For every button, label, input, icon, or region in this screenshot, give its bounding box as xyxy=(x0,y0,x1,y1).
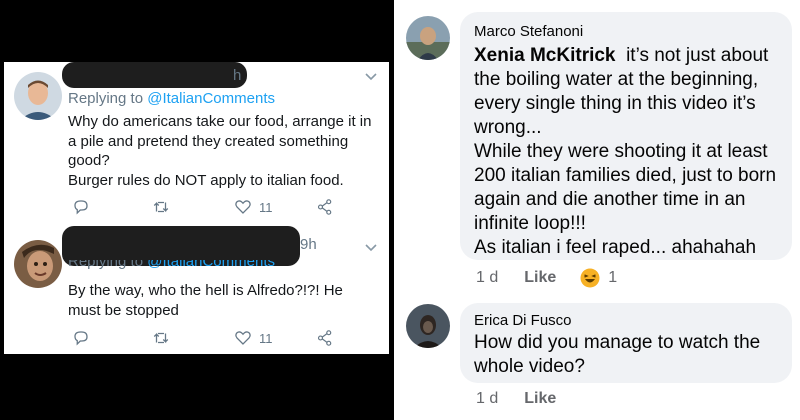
tweet-timestamp[interactable]: 9h xyxy=(300,236,317,253)
tweet-line: must be stopped xyxy=(68,301,179,319)
like-button[interactable]: 11 xyxy=(234,198,273,216)
retweet-icon xyxy=(153,332,169,344)
reaction-count: 1 xyxy=(608,269,618,286)
comment-line-text: it’s not just about xyxy=(626,45,769,66)
reply-icon xyxy=(74,331,88,346)
tagged-user-link[interactable]: Xenia McKitrick xyxy=(474,45,616,66)
heart-icon xyxy=(235,331,251,345)
tweet-actions: 11 xyxy=(68,198,368,218)
comment-line: whole video? xyxy=(474,356,585,377)
heart-icon xyxy=(235,200,251,214)
comment-line: the boiling water at the beginning, xyxy=(474,69,759,90)
retweet-button[interactable] xyxy=(152,198,170,216)
tweet-actions: 11 xyxy=(68,329,368,349)
share-button[interactable] xyxy=(316,198,334,216)
comment-line: How did you manage to watch the xyxy=(474,332,761,353)
tweet[interactable]: h Replying to @ItalianComments Why do am… xyxy=(4,62,389,227)
like-count: 11 xyxy=(259,330,273,346)
avatar[interactable] xyxy=(14,240,62,288)
mention-link[interactable]: @ItalianComments xyxy=(147,90,275,107)
retweet-button[interactable] xyxy=(152,329,170,347)
tweet-text: Why do americans take our food, arrange … xyxy=(68,112,383,190)
tweet-text: By the way, who the hell is Alfredo?!?! … xyxy=(68,281,383,320)
replying-prefix: Replying to xyxy=(68,260,148,270)
like-button[interactable]: Like xyxy=(524,390,556,408)
comment-meta: 1 d Like xyxy=(476,390,556,408)
redacted-username xyxy=(62,62,247,88)
share-button[interactable] xyxy=(316,329,334,347)
comment-line: infinite loop!!! xyxy=(474,213,586,234)
like-button[interactable]: 11 xyxy=(234,329,273,347)
comment-text: Xenia McKitrick it’s not just about the … xyxy=(474,44,788,260)
like-button[interactable]: Like xyxy=(524,269,556,287)
comment-line: again and die another time in an xyxy=(474,189,746,210)
comment-author[interactable]: Erica Di Fusco xyxy=(474,312,572,329)
avatar[interactable] xyxy=(14,72,62,120)
facebook-panel: Marco Stefanoni Xenia McKitrick it’s not… xyxy=(394,0,800,420)
retweet-icon xyxy=(153,201,169,213)
twitter-panel: h Replying to @ItalianComments Why do am… xyxy=(0,0,394,420)
comment-line: every single thing in this video it’s xyxy=(474,93,756,114)
comment-line: As italian i feel raped... ahahahah xyxy=(474,237,757,258)
tweet-timestamp[interactable]: h xyxy=(233,67,241,84)
tweet[interactable]: 9h Replying to @ItalianComments By the w… xyxy=(4,226,389,354)
comment-time[interactable]: 1 d xyxy=(476,390,498,408)
reply-button[interactable] xyxy=(72,198,90,216)
comment-bubble: Erica Di Fusco How did you manage to wat… xyxy=(460,303,792,383)
tweet-line: good? xyxy=(68,152,110,169)
share-icon xyxy=(317,199,332,215)
replying-to: Replying to @ItalianComments xyxy=(68,90,275,107)
comment-author[interactable]: Marco Stefanoni xyxy=(474,23,583,40)
chevron-down-icon[interactable] xyxy=(365,241,377,255)
comment-meta: 1 d Like 1 xyxy=(476,268,617,288)
comment-bubble: Marco Stefanoni Xenia McKitrick it’s not… xyxy=(460,12,792,260)
replying-prefix: Replying to xyxy=(68,90,148,107)
reaction-summary[interactable]: 1 xyxy=(580,268,617,288)
comment-line: While they were shooting it at least xyxy=(474,141,768,162)
reply-icon xyxy=(74,200,88,215)
comment-line: 200 italian families died, just to born xyxy=(474,165,777,186)
comment-line: wrong... xyxy=(474,117,542,138)
tweet-line: By the way, who the hell is Alfredo?!?! … xyxy=(68,282,343,299)
mention-link[interactable]: @ItalianComments xyxy=(147,260,275,270)
share-icon xyxy=(317,330,332,346)
avatar[interactable] xyxy=(406,16,450,60)
reply-button[interactable] xyxy=(72,329,90,347)
comment-line: Xenia McKitrick it’s not just about xyxy=(474,44,788,68)
comment-text: How did you manage to watch the whole vi… xyxy=(474,331,788,379)
tweet-line: a pile and pretend they created somethin… xyxy=(68,132,349,150)
avatar[interactable] xyxy=(406,304,450,348)
tweet-line: Why do americans take our food, arrange … xyxy=(68,113,372,130)
like-count: 11 xyxy=(259,199,273,215)
replying-to: Replying to @ItalianComments xyxy=(68,260,275,270)
chevron-down-icon[interactable] xyxy=(365,70,377,84)
comment-time[interactable]: 1 d xyxy=(476,269,498,287)
tweet-line: Burger rules do NOT apply to italian foo… xyxy=(68,171,344,189)
laughing-reaction-icon xyxy=(580,268,600,288)
